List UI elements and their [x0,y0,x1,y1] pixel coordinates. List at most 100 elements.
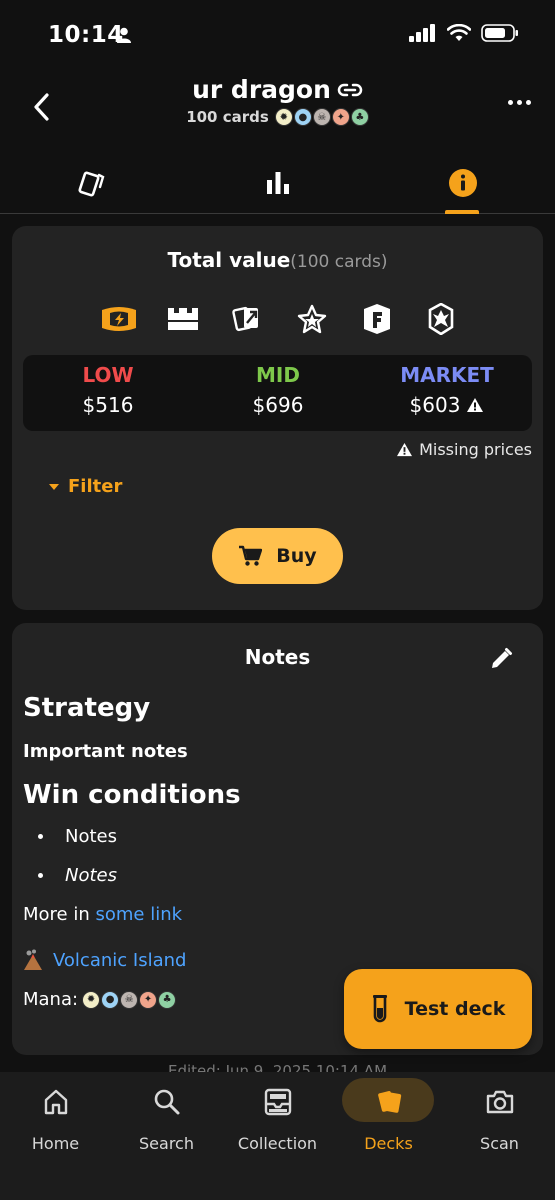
battery-icon [481,24,519,46]
notes-content: Strategy Important notes Win conditions … [23,693,523,1010]
buy-label: Buy [276,545,317,567]
castle-icon[interactable] [164,302,202,336]
volcano-land-icon [24,949,42,970]
missing-prices-note: Missing prices [396,440,532,459]
pencil-icon [492,648,512,668]
red-mana-icon: ✦ [331,108,350,126]
edit-notes-button[interactable] [489,647,513,675]
price-low-label: LOW [82,363,134,387]
list-item: Notes [23,826,523,847]
active-tab-indicator [445,210,479,214]
more-dot [517,100,522,105]
warning-icon [397,442,413,457]
nav-collection-label: Collection [237,1134,318,1153]
more-dot [508,100,513,105]
some-link[interactable]: some link [96,904,183,925]
bar-chart-icon [266,172,289,194]
card-reference: Volcanic Island [23,949,523,971]
edited-timestamp: Edited: Jun 9, 2025 10:14 AM [167,1062,388,1072]
tab-stats[interactable] [185,152,370,214]
list-item-text: Notes [65,865,117,886]
price-summary: LOW $516 MID $696 MARKET $603 [23,355,532,431]
price-mid-label: MID [256,363,300,387]
test-deck-button[interactable]: Test deck [344,969,532,1049]
bottom-nav: Home Search Collection Decks Scan [0,1072,555,1200]
mana-label: Mana: [23,989,79,1010]
black-mana-icon: ☠ [312,108,331,126]
total-value-card: Total value(100 cards) LOW $516 MID $696 [12,226,543,610]
tab-info[interactable] [370,152,555,214]
star-icon[interactable] [293,302,331,336]
total-value-label: Total value [167,248,291,272]
total-value-title: Total value(100 cards) [12,248,543,272]
collection-icon [264,1088,291,1116]
cellular-signal-icon [409,24,437,46]
more-options-button[interactable] [508,100,531,105]
f-store-icon[interactable] [358,302,396,336]
status-icons [409,23,519,46]
filter-label: Filter [68,476,123,497]
volcanic-island-link[interactable]: Volcanic Island [53,950,186,971]
white-mana-icon: ✹ [82,990,101,1009]
list-item-text: Notes [65,826,117,847]
red-mana-icon: ✦ [139,990,158,1009]
nav-scan[interactable]: Scan [444,1082,555,1153]
blue-mana-icon: ● [101,990,120,1009]
cart-icon [239,545,263,566]
price-mid-value: $696 [252,393,304,417]
nav-scan-label: Scan [480,1134,519,1153]
price-market-value: $603 [409,393,461,417]
price-low: LOW $516 [23,363,193,417]
tcgplayer-icon[interactable] [100,302,138,336]
price-market-label: MARKET [400,363,494,387]
nav-decks-label: Decks [364,1134,413,1153]
deck-tabs [0,152,555,214]
home-icon [44,1089,67,1115]
test-tube-icon [372,995,387,1023]
cardmarket-icon[interactable] [229,302,267,336]
list-item: Notes [23,865,523,886]
nav-collection[interactable]: Collection [222,1082,333,1153]
filter-toggle[interactable]: Filter [48,476,122,497]
bullet-dot [38,873,43,878]
price-low-value: $516 [82,393,134,417]
total-value-count: (100 cards) [290,252,388,272]
deck-card-count: 100 cards [186,108,269,126]
notes-title: Notes [244,645,311,669]
green-mana-icon: ♣ [158,990,177,1009]
shield-icon[interactable] [422,302,460,336]
more-in-text: More in [23,904,90,925]
title-block: ur dragon 100 cards ✹ ● ☠ ✦ ♣ [0,72,555,126]
wifi-icon [446,23,472,46]
price-market: MARKET $603 [362,363,532,417]
green-mana-icon: ♣ [350,108,369,126]
more-dot [526,100,531,105]
cards-icon [77,171,104,197]
caret-down-icon [49,483,59,490]
link-icon[interactable] [337,75,363,104]
deck-mana-colors: ✹ ● ☠ ✦ ♣ [274,108,369,126]
more-in-line: More in some link [23,904,523,925]
status-time: 10:14 [48,22,124,48]
notes-heading-strategy: Strategy [23,693,151,723]
info-icon [448,169,477,197]
black-mana-icon: ☠ [120,990,139,1009]
deck-header: ur dragon 100 cards ✹ ● ☠ ✦ ♣ [0,72,555,152]
deck-title: ur dragon [192,75,331,104]
store-selector [100,302,460,336]
status-bar: 10:14 [0,0,555,72]
buy-button[interactable]: Buy [212,528,343,584]
nav-search[interactable]: Search [111,1082,222,1153]
missing-prices-text: Missing prices [419,440,532,459]
price-mid: MID $696 [193,363,363,417]
decks-icon [377,1091,401,1113]
notes-mana-colors: ✹ ● ☠ ✦ ♣ [82,990,177,1009]
search-icon [154,1089,179,1115]
person-icon [116,27,132,47]
white-mana-icon: ✹ [274,108,293,126]
nav-home-label: Home [31,1134,80,1153]
nav-decks[interactable]: Decks [333,1082,444,1153]
tab-cards[interactable] [0,152,185,214]
bullet-dot [38,834,43,839]
nav-home[interactable]: Home [0,1082,111,1153]
